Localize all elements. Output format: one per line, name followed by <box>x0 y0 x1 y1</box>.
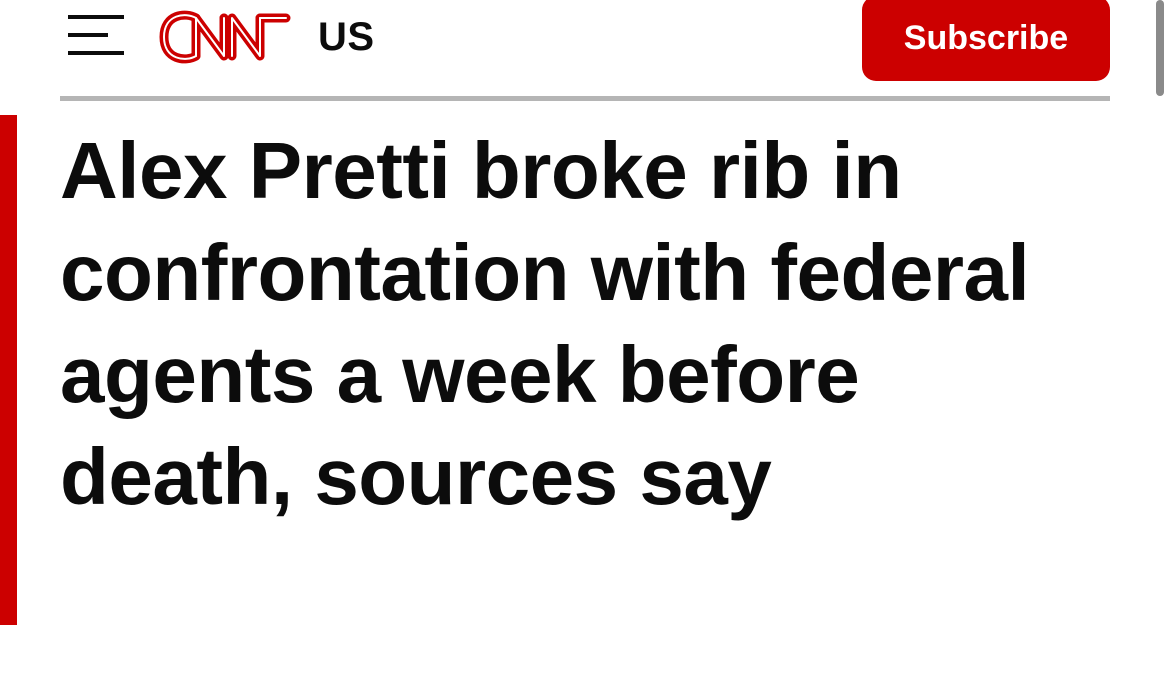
subscribe-button[interactable]: Subscribe <box>862 0 1110 81</box>
article-page: US Subscribe Alex Pretti broke rib in co… <box>0 0 1170 688</box>
article-headline: Alex Pretti broke rib in confrontation w… <box>60 126 1030 521</box>
cnn-logo-mark <box>159 10 291 64</box>
site-header: US Subscribe <box>0 0 1170 96</box>
header-divider <box>60 96 1110 101</box>
headline-accent-bar <box>0 115 17 625</box>
scrollbar-thumb[interactable] <box>1156 0 1164 96</box>
cnn-logo[interactable] <box>156 4 296 70</box>
section-label-us[interactable]: US <box>318 14 375 60</box>
hamburger-menu-button[interactable] <box>64 12 128 58</box>
hamburger-menu-icon <box>68 15 124 55</box>
